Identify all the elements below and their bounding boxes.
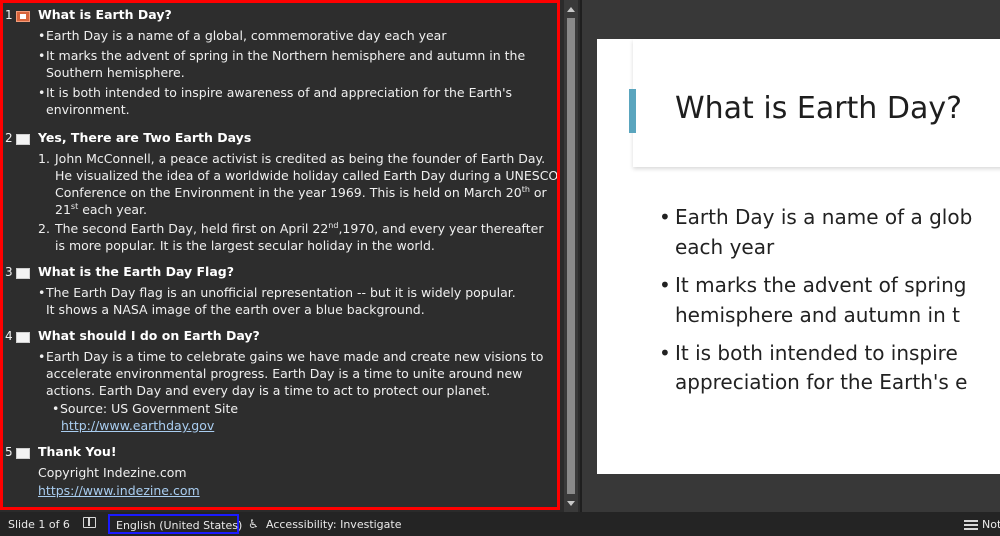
scroll-down-icon[interactable] <box>567 501 575 506</box>
notes-button-label[interactable]: Not <box>982 518 1000 531</box>
outline-slide-4[interactable]: 4 What should I do on Earth Day? • Earth … <box>5 327 557 443</box>
outline-sub-bullet[interactable]: • Source: US Government Site <box>5 400 557 417</box>
slide-bullet[interactable]: • It is both intended to inspire <box>659 338 958 368</box>
outline-numbered-item[interactable]: 1. John McConnell, a peace activist is cr… <box>5 150 557 218</box>
outline-slide-title[interactable]: What is Earth Day? <box>38 7 172 22</box>
outline-slide-1[interactable]: 1 What is Earth Day? • Earth Day is a nam… <box>5 6 557 129</box>
scrollbar-thumb[interactable] <box>567 18 575 494</box>
outline-bullet[interactable]: • It marks the advent of spring in the No… <box>5 47 526 81</box>
language-indicator[interactable]: English (United States) <box>108 514 242 534</box>
outline-bullet[interactable]: • Earth Day is a name of a global, commem… <box>5 27 557 44</box>
outline-text[interactable]: Copyright Indezine.com <box>5 464 557 482</box>
slide-canvas[interactable]: What is Earth Day? • Earth Day is a name … <box>582 0 1000 512</box>
outline-slide-title[interactable]: Yes, There are Two Earth Days <box>38 130 251 145</box>
slide[interactable]: What is Earth Day? • Earth Day is a name … <box>597 39 1000 474</box>
slide-thumbnail-icon[interactable] <box>16 11 30 22</box>
scroll-up-icon[interactable] <box>567 7 575 12</box>
outline-scrollbar[interactable] <box>564 0 578 512</box>
slide-bullet-continuation[interactable]: each year <box>675 232 774 262</box>
slide-bullet-continuation[interactable]: appreciation for the Earth's e <box>675 367 967 397</box>
slide-thumbnail-icon[interactable] <box>16 134 30 145</box>
outline-slide-3[interactable]: 3 What is the Earth Day Flag? • The Earth… <box>5 263 557 327</box>
slide-title[interactable]: What is Earth Day? <box>675 91 962 126</box>
slide-thumbnail-icon[interactable] <box>16 332 30 343</box>
slide-bullet[interactable]: • Earth Day is a name of a glob <box>659 202 972 232</box>
slide-thumbnail-icon[interactable] <box>16 268 30 279</box>
accessibility-icon[interactable]: ♿ <box>248 517 262 531</box>
outline-link[interactable]: https://www.indezine.com <box>5 482 557 500</box>
outline-slide-title[interactable]: What should I do on Earth Day? <box>38 328 260 343</box>
slide-number: 1 <box>5 8 13 22</box>
outline-bullet[interactable]: • The Earth Day flag is an unofficial rep… <box>5 284 526 318</box>
slide-bullet-continuation[interactable]: hemisphere and autumn in t <box>675 300 960 330</box>
outline-bullet[interactable]: • It is both intended to inspire awarenes… <box>5 84 521 118</box>
notes-icon[interactable] <box>964 518 978 530</box>
slide-bullet[interactable]: • It marks the advent of spring <box>659 270 966 300</box>
outline-slide-title[interactable]: Thank You! <box>38 444 117 459</box>
outline-slide-5[interactable]: 5 Thank You! Copyright Indezine.com http… <box>5 443 557 503</box>
outline-pane[interactable]: 1 What is Earth Day? • Earth Day is a nam… <box>0 0 560 510</box>
slide-number: 2 <box>5 131 13 145</box>
slide-counter[interactable]: Slide 1 of 6 <box>8 518 70 531</box>
slide-thumbnail-icon[interactable] <box>16 448 30 459</box>
outline-numbered-item[interactable]: 2. The second Earth Day, held first on Ap… <box>5 220 550 254</box>
book-icon[interactable] <box>83 517 96 528</box>
outline-slide-2[interactable]: 2 Yes, There are Two Earth Days 1. John M… <box>5 129 557 263</box>
slide-number: 3 <box>5 265 13 279</box>
title-accent-bar <box>629 89 636 133</box>
outline-slide-title[interactable]: What is the Earth Day Flag? <box>38 264 234 279</box>
accessibility-status[interactable]: Accessibility: Investigate <box>266 518 402 531</box>
slide-number: 5 <box>5 445 13 459</box>
outline-bullet[interactable]: • Earth Day is a time to celebrate gains … <box>5 348 557 399</box>
slide-number: 4 <box>5 329 13 343</box>
outline-link[interactable]: http://www.earthday.gov <box>5 417 557 434</box>
